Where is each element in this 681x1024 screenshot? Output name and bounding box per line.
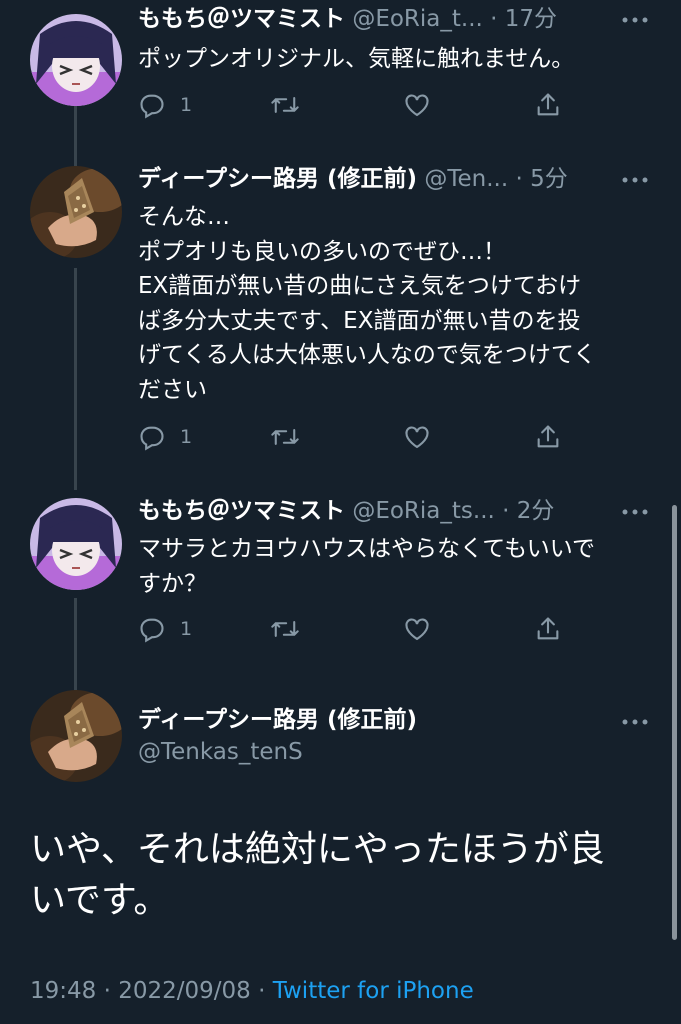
more-icon[interactable] (621, 10, 649, 30)
like-icon (405, 94, 429, 117)
separator: · (490, 6, 498, 32)
reply-button[interactable]: 1 (138, 614, 192, 644)
tweet-actions: 1 (138, 422, 568, 452)
like-icon (405, 426, 429, 449)
retweet-icon (271, 621, 299, 637)
reply-button[interactable]: 1 (138, 422, 192, 452)
more-icon[interactable] (621, 170, 649, 190)
reply-button[interactable]: 1 (138, 90, 192, 120)
tweet-text: そんな… ポプオリも良いの多いのでぜひ…！ EX譜面が無い昔の曲にさえ気をつけて… (138, 200, 658, 407)
tweet-header: ディープシー路男 (修正前) @Ten... · 5分 (138, 164, 641, 194)
tweet-text: マサラとカヨウハウスはやらなくてもいいで すか？ (138, 532, 658, 601)
tweet-text-line: そんな… (138, 204, 230, 230)
reply-icon (140, 426, 164, 451)
tweet[interactable]: ももち＠ツマミスト @EoRia_t... · 17分 ポップンオリジナル、気軽… (0, 0, 681, 150)
separator: · (502, 498, 510, 524)
separator: · (515, 166, 523, 192)
reply-icon (140, 618, 164, 643)
reply-icon (140, 94, 164, 119)
tweet-text-line: マサラとカヨウハウスはやらなくてもいいで (138, 536, 596, 562)
separator: · (103, 978, 111, 1004)
tweet-text: いや、それは絶対にやったほうが良 いです。 (30, 824, 650, 926)
focused-tweet: ディープシー路男 (修正前) @Tenkas_tenS いや、それは絶対にやった… (0, 682, 681, 1024)
more-icon[interactable] (621, 502, 649, 522)
display-name[interactable]: ディープシー路男 (修正前) (138, 704, 417, 736)
handle[interactable]: @Tenkas_tenS (138, 736, 417, 768)
tweet-date: 2022/09/08 (118, 978, 251, 1004)
scrollbar[interactable] (672, 505, 677, 940)
tweet-actions: 1 (138, 90, 568, 120)
share-icon (537, 93, 559, 116)
avatar[interactable] (30, 14, 122, 106)
retweet-button[interactable] (270, 422, 300, 452)
reply-count: 1 (180, 426, 193, 448)
like-icon (405, 618, 429, 641)
handle[interactable]: @EoRia_t... (352, 6, 483, 32)
tweet-text-line: いや、それは絶対にやったほうが良 (30, 829, 605, 870)
tweet-header: ももち＠ツマミスト @EoRia_t... · 17分 (138, 4, 641, 34)
reply-count: 1 (180, 94, 193, 116)
avatar[interactable] (30, 498, 122, 590)
tweet-text: ポップンオリジナル、気軽に触れません。 (138, 42, 658, 77)
more-icon[interactable] (621, 712, 649, 732)
timestamp[interactable]: 5分 (530, 166, 568, 192)
display-name[interactable]: ディープシー路男 (修正前) (138, 166, 417, 192)
retweet-button[interactable] (270, 614, 300, 644)
avatar[interactable] (30, 690, 122, 782)
tweet-text-line: ポプオリも良いの多いのでぜひ…！ (138, 238, 506, 265)
share-button[interactable] (534, 422, 562, 452)
tweet-time: 19:48 (30, 978, 97, 1004)
tweet-text-line: すか？ (138, 570, 207, 597)
tweet[interactable]: ディープシー路男 (修正前) @Ten... · 5分 そんな… ポプオリも良い… (0, 160, 681, 490)
tweet[interactable]: ももち＠ツマミスト @EoRia_ts... · 2分 マサラとカヨウハウスはや… (0, 492, 681, 682)
retweet-icon (271, 97, 299, 113)
tweet-text-line: げてくる人は大体悪い人なので気をつけてく (138, 342, 597, 368)
reply-count: 1 (180, 618, 193, 640)
separator: · (258, 978, 266, 1004)
tweet-text-line: ださい (138, 376, 207, 403)
timestamp[interactable]: 2分 (517, 498, 555, 524)
source-link[interactable]: Twitter for iPhone (273, 978, 474, 1004)
tweet-text-line: ば多分大丈夫です、EX譜面が無い昔のを投 (138, 307, 581, 334)
display-name[interactable]: ももち＠ツマミスト (138, 6, 345, 32)
avatar[interactable] (30, 166, 122, 258)
share-button[interactable] (534, 614, 562, 644)
handle[interactable]: @Ten... (424, 166, 508, 192)
like-button[interactable] (402, 422, 432, 452)
tweet-header: ももち＠ツマミスト @EoRia_ts... · 2分 (138, 496, 641, 526)
like-button[interactable] (402, 614, 432, 644)
display-name[interactable]: ももち＠ツマミスト (138, 498, 345, 524)
share-icon (537, 425, 559, 448)
tweet-header: ディープシー路男 (修正前) @Tenkas_tenS (138, 704, 417, 768)
handle[interactable]: @EoRia_ts... (352, 498, 495, 524)
tweet-meta: 19:48 · 2022/09/08 · Twitter for iPhone (30, 978, 474, 1004)
tweet-text-line: EX譜面が無い昔の曲にさえ気をつけておけ (138, 273, 582, 299)
tweet-text-line: いです。 (30, 880, 170, 921)
like-button[interactable] (402, 90, 432, 120)
tweet-text-line: ポップンオリジナル、気軽に触れません。 (138, 46, 575, 72)
timestamp[interactable]: 17分 (505, 6, 557, 32)
share-icon (537, 617, 559, 640)
retweet-icon (271, 429, 299, 445)
share-button[interactable] (534, 90, 562, 120)
retweet-button[interactable] (270, 90, 300, 120)
tweet-actions: 1 (138, 614, 568, 644)
